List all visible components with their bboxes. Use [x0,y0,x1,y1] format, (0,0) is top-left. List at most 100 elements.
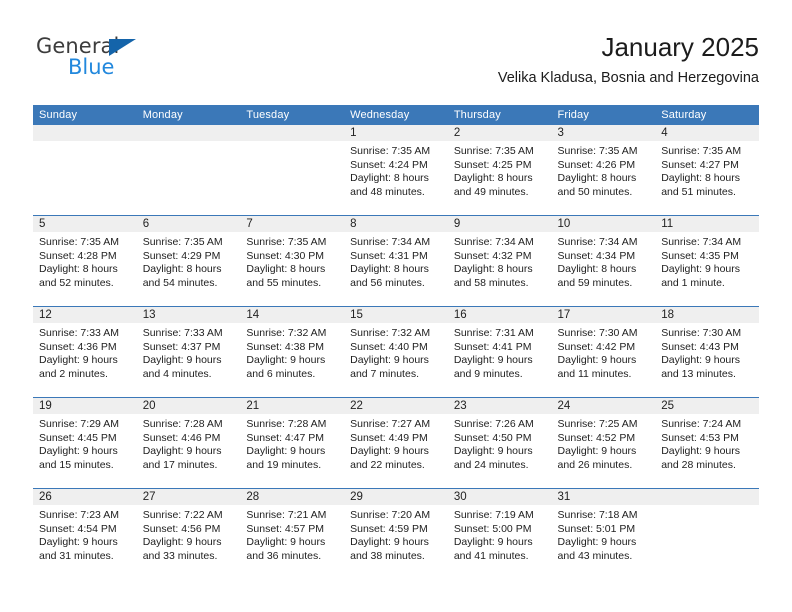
calendar-week-row: 1 Sunrise: 7:35 AM Sunset: 4:24 PM Daylight… [33,125,759,216]
day-details: Sunrise: 7:33 AM Sunset: 4:37 PM Daylight:… [137,323,241,381]
daylight-text: Daylight: 8 hours [557,172,637,185]
sunrise-text: Sunrise: 7:32 AM [246,327,327,339]
calendar-day-cell[interactable]: 13 Sunrise: 7:33 AM Sunset: 4:37 PM Dayligh… [136,306,241,398]
sunset-text: Sunset: 4:56 PM [142,522,221,535]
day-number: 16 [447,307,552,323]
calendar-day-cell[interactable]: 11 Sunrise: 7:34 AM Sunset: 4:35 PM Dayligh… [655,215,759,307]
calendar-day-cell[interactable]: 28 Sunrise: 7:21 AM Sunset: 4:57 PM Dayligh… [240,488,345,579]
calendar-day-cell[interactable]: 2 Sunrise: 7:35 AM Sunset: 4:25 PM Daylight… [447,125,552,216]
calendar-day-cell[interactable]: 21 Sunrise: 7:28 AM Sunset: 4:47 PM Dayligh… [240,397,345,489]
sunset-text: Sunset: 4:26 PM [557,158,636,171]
day-details: Sunrise: 7:27 AM Sunset: 4:49 PM Daylight:… [344,414,448,472]
sunset-text: Sunset: 4:31 PM [350,249,428,262]
daylight-text: Daylight: 9 hours [453,354,533,367]
calendar-day-cell[interactable]: 23 Sunrise: 7:26 AM Sunset: 4:50 PM Dayligh… [447,397,552,489]
daylight-text: Daylight: 9 hours [661,354,741,367]
calendar-day-cell[interactable]: 20 Sunrise: 7:28 AM Sunset: 4:46 PM Dayligh… [136,397,241,489]
daylight-text: Daylight: 9 hours [453,536,533,549]
daylight-text: Daylight: 8 hours [350,263,429,276]
brand-logo[interactable]: General Blue [36,35,216,91]
calendar-day-cell[interactable]: 7 Sunrise: 7:35 AM Sunset: 4:30 PM Daylight… [240,215,345,307]
calendar-day-cell[interactable]: 27 Sunrise: 7:22 AM Sunset: 4:56 PM Dayligh… [136,488,241,579]
calendar-day-cell[interactable]: 4 Sunrise: 7:35 AM Sunset: 4:27 PM Daylight… [655,125,759,216]
sunset-text: Sunset: 4:30 PM [246,249,325,262]
sunrise-text: Sunrise: 7:26 AM [453,418,534,430]
calendar-day-cell[interactable]: 30 Sunrise: 7:19 AM Sunset: 5:00 PM Dayligh… [447,488,552,579]
calendar-day-cell[interactable]: 8 Sunrise: 7:34 AM Sunset: 4:31 PM Daylight… [344,215,448,307]
calendar-day-cell[interactable]: 22 Sunrise: 7:27 AM Sunset: 4:49 PM Dayligh… [344,397,448,489]
day-number: 5 [33,216,137,232]
day-details [240,141,344,145]
day-number [33,125,137,141]
calendar-day-cell[interactable]: 24 Sunrise: 7:25 AM Sunset: 4:52 PM Dayligh… [551,397,656,489]
calendar-day-cell[interactable]: 12 Sunrise: 7:33 AM Sunset: 4:36 PM Dayligh… [33,306,137,398]
day-number: 26 [33,489,137,505]
calendar-day-cell[interactable]: 6 Sunrise: 7:35 AM Sunset: 4:29 PM Daylight… [136,215,241,307]
daylight-text-cont: and 55 minutes. [246,276,322,289]
sunrise-text: Sunrise: 7:33 AM [142,327,223,339]
calendar-day-cell[interactable]: 15 Sunrise: 7:32 AM Sunset: 4:40 PM Dayligh… [344,306,448,398]
calendar-cell-inner: 11 Sunrise: 7:34 AM Sunset: 4:35 PM Dayligh… [655,216,759,306]
day-number: 15 [344,307,448,323]
daylight-text-cont: and 36 minutes. [246,549,322,562]
calendar-day-cell[interactable]: 26 Sunrise: 7:23 AM Sunset: 4:54 PM Dayligh… [33,488,137,579]
calendar-day-cell[interactable]: 18 Sunrise: 7:30 AM Sunset: 4:43 PM Dayligh… [655,306,759,398]
daylight-text-cont: and 9 minutes. [453,367,523,380]
daylight-text-cont: and 6 minutes. [246,367,316,380]
day-number: 8 [344,216,448,232]
weekday-header-thursday: Thursday [447,105,552,125]
daylight-text-cont: and 28 minutes. [661,458,736,471]
calendar-day-cell[interactable]: 9 Sunrise: 7:34 AM Sunset: 4:32 PM Daylight… [447,215,552,307]
daylight-text-cont: and 38 minutes. [350,549,425,562]
calendar-cell-inner: 28 Sunrise: 7:21 AM Sunset: 4:57 PM Dayligh… [240,489,345,579]
day-details: Sunrise: 7:35 AM Sunset: 4:28 PM Daylight:… [33,232,137,290]
day-details: Sunrise: 7:32 AM Sunset: 4:38 PM Daylight:… [240,323,344,381]
daylight-text: Daylight: 8 hours [453,172,533,185]
calendar-day-cell[interactable]: 14 Sunrise: 7:32 AM Sunset: 4:38 PM Dayligh… [240,306,345,398]
day-details: Sunrise: 7:30 AM Sunset: 4:42 PM Daylight:… [552,323,656,381]
calendar-cell-inner: 22 Sunrise: 7:27 AM Sunset: 4:49 PM Dayligh… [344,398,448,488]
calendar-day-cell[interactable]: 16 Sunrise: 7:31 AM Sunset: 4:41 PM Dayligh… [447,306,552,398]
sunset-text: Sunset: 4:50 PM [453,431,532,444]
sunrise-text: Sunrise: 7:31 AM [453,327,534,339]
calendar-day-cell[interactable]: 3 Sunrise: 7:35 AM Sunset: 4:26 PM Daylight… [551,125,656,216]
day-number: 6 [136,216,241,232]
day-number: 30 [447,489,552,505]
page-header: General Blue January 2025 Velika Kladusa… [33,30,759,98]
calendar-day-cell[interactable]: 5 Sunrise: 7:35 AM Sunset: 4:28 PM Daylight… [33,215,137,307]
day-number: 4 [655,125,759,141]
sunrise-text: Sunrise: 7:35 AM [453,145,534,157]
calendar-day-cell[interactable]: 29 Sunrise: 7:20 AM Sunset: 4:59 PM Dayligh… [344,488,448,579]
day-number: 9 [447,216,552,232]
day-details: Sunrise: 7:24 AM Sunset: 4:53 PM Daylight:… [655,414,759,472]
day-number [240,125,345,141]
calendar-week-row: 26 Sunrise: 7:23 AM Sunset: 4:54 PM Dayligh… [33,488,759,579]
calendar-day-cell[interactable]: 31 Sunrise: 7:18 AM Sunset: 5:01 PM Dayligh… [551,488,656,579]
calendar-day-cell[interactable]: 17 Sunrise: 7:30 AM Sunset: 4:42 PM Dayligh… [551,306,656,398]
sunrise-text: Sunrise: 7:27 AM [350,418,431,430]
sunrise-text: Sunrise: 7:29 AM [39,418,119,430]
day-number: 12 [33,307,137,323]
calendar-day-cell[interactable]: 19 Sunrise: 7:29 AM Sunset: 4:45 PM Dayligh… [33,397,137,489]
daylight-text-cont: and 17 minutes. [142,458,218,471]
sunset-text: Sunset: 4:24 PM [350,158,428,171]
sunrise-text: Sunrise: 7:28 AM [246,418,327,430]
daylight-text-cont: and 19 minutes. [246,458,322,471]
calendar-cell-inner: 7 Sunrise: 7:35 AM Sunset: 4:30 PM Daylight… [240,216,345,306]
daylight-text: Daylight: 9 hours [142,536,222,549]
calendar-day-cell[interactable]: 10 Sunrise: 7:34 AM Sunset: 4:34 PM Dayligh… [551,215,656,307]
day-number: 11 [655,216,759,232]
day-details: Sunrise: 7:23 AM Sunset: 4:54 PM Daylight:… [33,505,137,563]
calendar-day-cell[interactable]: 1 Sunrise: 7:35 AM Sunset: 4:24 PM Daylight… [344,125,448,216]
daylight-text-cont: and 4 minutes. [142,367,212,380]
daylight-text: Daylight: 9 hours [39,354,118,367]
calendar-cell-inner: 17 Sunrise: 7:30 AM Sunset: 4:42 PM Dayligh… [551,307,656,397]
title-block: January 2025 Velika Kladusa, Bosnia and … [498,30,759,88]
calendar-day-cell[interactable]: 25 Sunrise: 7:24 AM Sunset: 4:53 PM Dayligh… [655,397,759,489]
daylight-text: Daylight: 8 hours [142,263,222,276]
daylight-text: Daylight: 9 hours [661,445,741,458]
day-details: Sunrise: 7:35 AM Sunset: 4:27 PM Daylight:… [655,141,759,199]
day-details: Sunrise: 7:22 AM Sunset: 4:56 PM Daylight:… [137,505,241,563]
calendar-cell-inner: 19 Sunrise: 7:29 AM Sunset: 4:45 PM Dayligh… [33,398,137,488]
daylight-text: Daylight: 9 hours [246,445,326,458]
